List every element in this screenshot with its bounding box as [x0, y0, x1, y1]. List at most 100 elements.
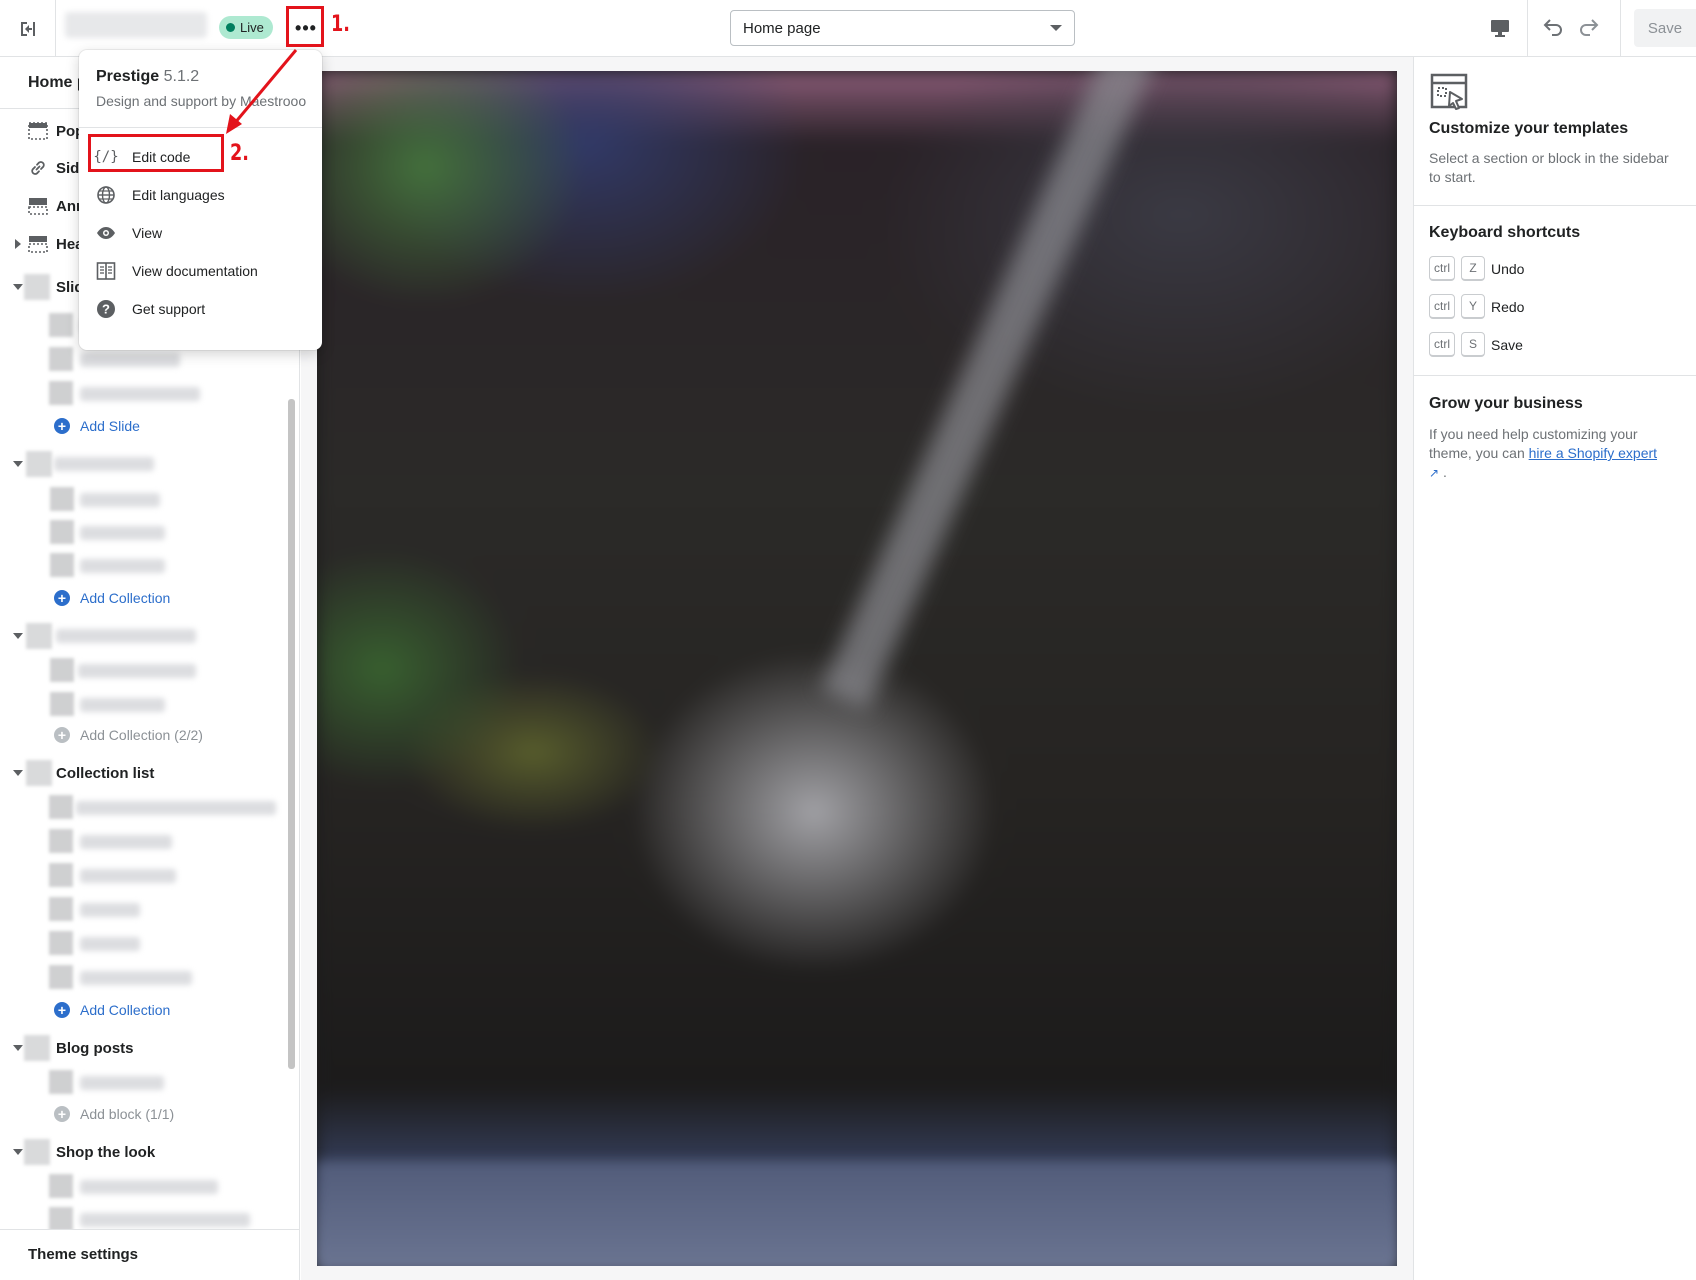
block-label[interactable]: [78, 664, 196, 678]
redo-icon: [1580, 19, 1599, 36]
kbd-modifier: ctrl: [1429, 256, 1455, 281]
theme-version: 5.1.2: [163, 68, 200, 85]
annotation-box-step1: [286, 6, 324, 47]
undo-icon: [1543, 19, 1562, 36]
kbd-modifier: ctrl: [1429, 294, 1455, 319]
add-block-button-disabled: + Add block (1/1): [54, 1106, 174, 1122]
shortcuts-title: Keyboard shortcuts: [1429, 224, 1581, 241]
block-label[interactable]: [80, 559, 165, 573]
menu-item-get-support[interactable]: ? Get support: [79, 290, 322, 328]
plus-circle-icon: +: [54, 590, 70, 606]
exit-editor-button[interactable]: [0, 0, 56, 57]
chevron-down-icon: [1050, 25, 1062, 31]
customize-title: Customize your templates: [1429, 120, 1629, 137]
add-slide-button[interactable]: + Add Slide: [54, 418, 140, 434]
menu-item-view-documentation[interactable]: View documentation: [79, 252, 322, 290]
storefront-preview[interactable]: [317, 71, 1397, 1266]
section-thumbnail: [24, 1139, 50, 1165]
annotation-step1-label: 1.: [331, 12, 350, 37]
section-row-blog-posts[interactable]: Blog posts: [0, 1033, 299, 1063]
add-collection-button[interactable]: + Add Collection: [54, 590, 170, 606]
block-thumbnail: [49, 1174, 73, 1198]
redo-button[interactable]: [1571, 10, 1607, 46]
block-thumbnail: [50, 692, 74, 716]
section-thumbnail: [24, 274, 50, 300]
grow-business-section: Grow your business If you need help cust…: [1414, 376, 1696, 516]
svg-text:?: ?: [102, 302, 110, 317]
block-label[interactable]: [80, 971, 192, 985]
chevron-down-icon[interactable]: [13, 1045, 23, 1051]
block-label[interactable]: [76, 801, 276, 815]
popover-theme-title: Prestige 5.1.2: [96, 68, 199, 86]
undo-button[interactable]: [1535, 10, 1571, 46]
chevron-right-icon[interactable]: [15, 239, 21, 249]
chevron-down-icon[interactable]: [13, 284, 23, 290]
section-row[interactable]: [0, 621, 299, 651]
add-collection-label: Add Collection (2/2): [80, 727, 203, 743]
block-label[interactable]: [80, 1076, 164, 1090]
block-label[interactable]: [80, 1180, 218, 1194]
section-label: Collection list: [56, 764, 155, 782]
sidebar-scrollbar[interactable]: [288, 399, 295, 1069]
page-select[interactable]: Home page: [730, 10, 1075, 46]
eye-icon: [95, 222, 117, 244]
shortcut-redo: ctrl Y Redo: [1429, 294, 1524, 319]
add-block-label: Add block (1/1): [80, 1106, 175, 1122]
hire-expert-link[interactable]: hire a Shopify expert: [1529, 445, 1657, 461]
globe-icon: [95, 184, 117, 206]
kbd-key: S: [1461, 332, 1485, 357]
section-thumbnail: [26, 623, 52, 649]
block-label[interactable]: [80, 869, 176, 883]
desktop-preview-button[interactable]: [1480, 10, 1520, 46]
block-label[interactable]: [80, 937, 140, 951]
block-label[interactable]: [80, 698, 165, 712]
block-thumbnail: [49, 829, 73, 853]
chevron-down-icon[interactable]: [13, 770, 23, 776]
section-row-shop-the-look[interactable]: Shop the look: [0, 1137, 299, 1167]
page-select-value: Home page: [743, 19, 821, 37]
chevron-down-icon[interactable]: [13, 1149, 23, 1155]
keyboard-shortcuts-section: Keyboard shortcuts ctrl Z Undo ctrl Y Re…: [1414, 206, 1696, 376]
block-label[interactable]: [80, 526, 165, 540]
block-label[interactable]: [80, 1213, 250, 1227]
block-thumbnail: [50, 553, 74, 577]
theme-settings-button[interactable]: Theme settings: [28, 1246, 138, 1263]
menu-item-view[interactable]: View: [79, 214, 322, 252]
toolbar-divider: [1620, 0, 1621, 57]
add-collection-button[interactable]: + Add Collection: [54, 1002, 170, 1018]
section-row-collection-list[interactable]: Collection list: [0, 758, 299, 788]
menu-item-edit-languages[interactable]: Edit languages: [79, 176, 322, 214]
chevron-down-icon[interactable]: [13, 633, 23, 639]
block-label[interactable]: [80, 493, 160, 507]
status-badge: Live: [219, 16, 273, 39]
section-thumbnail: [26, 760, 52, 786]
block-label[interactable]: [80, 387, 200, 401]
block-thumbnail: [49, 795, 73, 819]
block-thumbnail: [49, 863, 73, 887]
grow-text: If you need help customizing your theme,…: [1429, 425, 1669, 483]
customize-text: Select a section or block in the sidebar…: [1429, 150, 1669, 185]
block-thumbnail: [49, 347, 73, 371]
add-collection-button-disabled: + Add Collection (2/2): [54, 727, 203, 743]
block-label[interactable]: [80, 353, 180, 367]
section-thumbnail: [24, 1035, 50, 1061]
shortcut-undo: ctrl Z Undo: [1429, 256, 1524, 281]
template-cursor-icon: [1430, 73, 1468, 110]
header-icon: [28, 234, 48, 254]
add-slide-label: Add Slide: [80, 418, 140, 434]
block-label[interactable]: [80, 835, 172, 849]
section-label: Shop the look: [56, 1143, 156, 1161]
block-label[interactable]: [80, 903, 140, 917]
add-collection-label: Add Collection: [80, 1002, 171, 1018]
toolbar-divider: [1527, 0, 1528, 57]
chevron-down-icon[interactable]: [13, 461, 23, 467]
theme-name-label: Prestige: [96, 68, 160, 85]
section-label: Blog posts: [56, 1039, 134, 1057]
section-row[interactable]: [0, 449, 299, 479]
plus-circle-icon: +: [54, 1106, 70, 1122]
preview-image-footer: [317, 1161, 1397, 1266]
block-thumbnail: [49, 1207, 73, 1231]
block-thumbnail: [50, 487, 74, 511]
save-button[interactable]: Save: [1634, 9, 1696, 47]
kbd-key: Y: [1461, 294, 1485, 319]
